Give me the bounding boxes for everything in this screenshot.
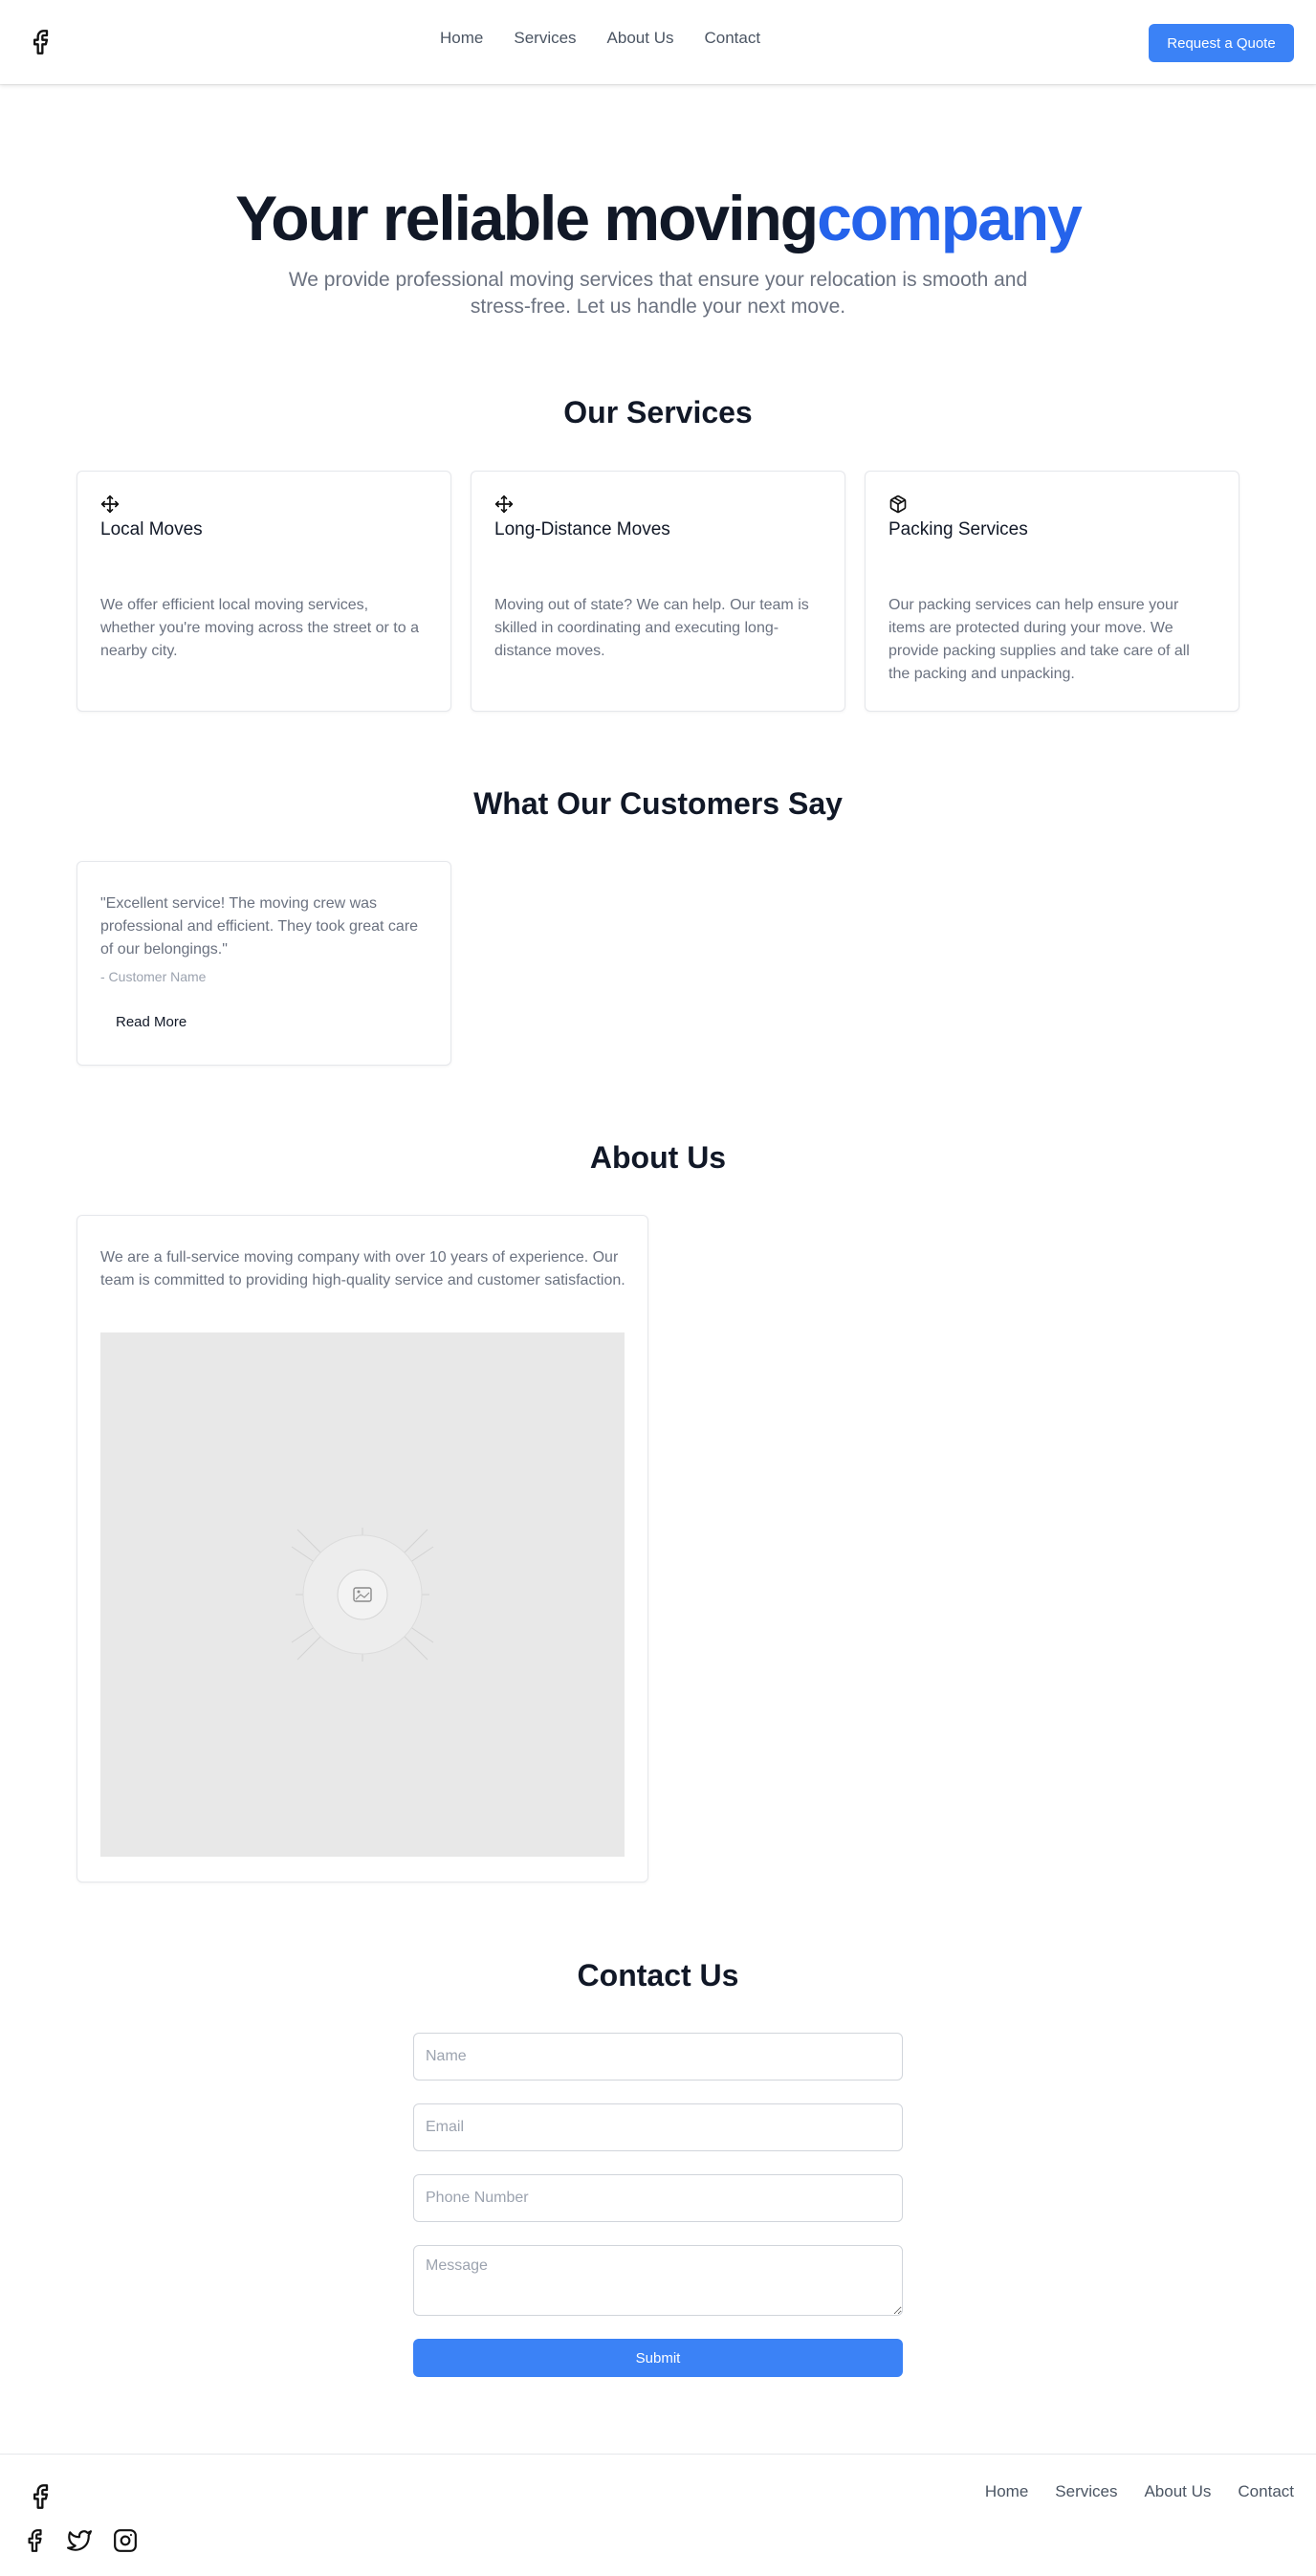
facebook-icon[interactable] xyxy=(27,25,54,59)
testimonial-quote: "Excellent service! The moving crew was … xyxy=(100,895,419,958)
footer-nav-services[interactable]: Services xyxy=(1055,2482,1117,2501)
submit-button[interactable]: Submit xyxy=(413,2339,903,2377)
instagram-icon[interactable] xyxy=(113,2528,138,2553)
service-title: Long-Distance Moves xyxy=(494,519,670,539)
about-image-placeholder xyxy=(100,1332,625,1857)
package-icon xyxy=(889,495,907,514)
twitter-icon[interactable] xyxy=(67,2528,92,2553)
contact-title: Contact Us xyxy=(577,1958,739,1993)
services-title: Our Services xyxy=(563,395,753,429)
footer-nav-home[interactable]: Home xyxy=(985,2482,1028,2501)
facebook-icon[interactable] xyxy=(22,2528,47,2553)
service-card-packing: Packing Services Our packing services ca… xyxy=(865,471,1239,712)
hero-title-accent: company xyxy=(817,183,1083,253)
service-card-local: Local Moves We offer efficient local mov… xyxy=(77,471,451,712)
email-field[interactable] xyxy=(413,2103,903,2151)
move-icon xyxy=(494,495,514,514)
move-icon xyxy=(100,495,120,514)
read-more-button[interactable]: Read More xyxy=(100,1005,200,1038)
nav-home[interactable]: Home xyxy=(440,29,483,48)
service-card-long-distance: Long-Distance Moves Moving out of state?… xyxy=(471,471,845,712)
site-footer: Home Services About Us Contact xyxy=(0,2454,1316,2576)
facebook-icon[interactable] xyxy=(27,2479,54,2514)
hero-title-main: Your reliable moving xyxy=(235,183,819,253)
service-description: Our packing services can help ensure you… xyxy=(888,597,1190,682)
footer-nav: Home Services About Us Contact xyxy=(958,2482,1294,2501)
nav-services[interactable]: Services xyxy=(514,29,576,48)
request-quote-button[interactable]: Request a Quote xyxy=(1149,24,1294,62)
footer-nav-about-us[interactable]: About Us xyxy=(1144,2482,1211,2501)
about-title: About Us xyxy=(589,1140,727,1175)
site-header: Home Services About Us Contact Request a… xyxy=(0,0,1316,84)
testimonial-card: "Excellent service! The moving crew was … xyxy=(77,861,451,1066)
name-field[interactable] xyxy=(413,2033,903,2081)
service-title: Local Moves xyxy=(100,519,203,539)
about-text: We are a full-service moving company wit… xyxy=(100,1249,625,1288)
service-description: Moving out of state? We can help. Our te… xyxy=(494,597,809,659)
main-nav: Home Services About Us Contact xyxy=(440,29,791,48)
service-title: Packing Services xyxy=(888,519,1028,539)
hero-title: Your reliable movingcompany xyxy=(0,182,1316,254)
hero-subtitle: We provide professional moving services … xyxy=(288,269,1028,318)
image-placeholder-icon xyxy=(291,1528,434,1662)
message-field[interactable] xyxy=(413,2245,903,2316)
nav-about-us[interactable]: About Us xyxy=(607,29,674,48)
testimonial-author: - Customer Name xyxy=(100,969,207,984)
footer-nav-contact[interactable]: Contact xyxy=(1238,2482,1294,2501)
service-description: We offer efficient local moving services… xyxy=(100,597,419,659)
nav-contact[interactable]: Contact xyxy=(704,29,760,48)
phone-field[interactable] xyxy=(413,2174,903,2222)
testimonials-title: What Our Customers Say xyxy=(473,786,843,821)
about-card: We are a full-service moving company wit… xyxy=(77,1215,648,1882)
